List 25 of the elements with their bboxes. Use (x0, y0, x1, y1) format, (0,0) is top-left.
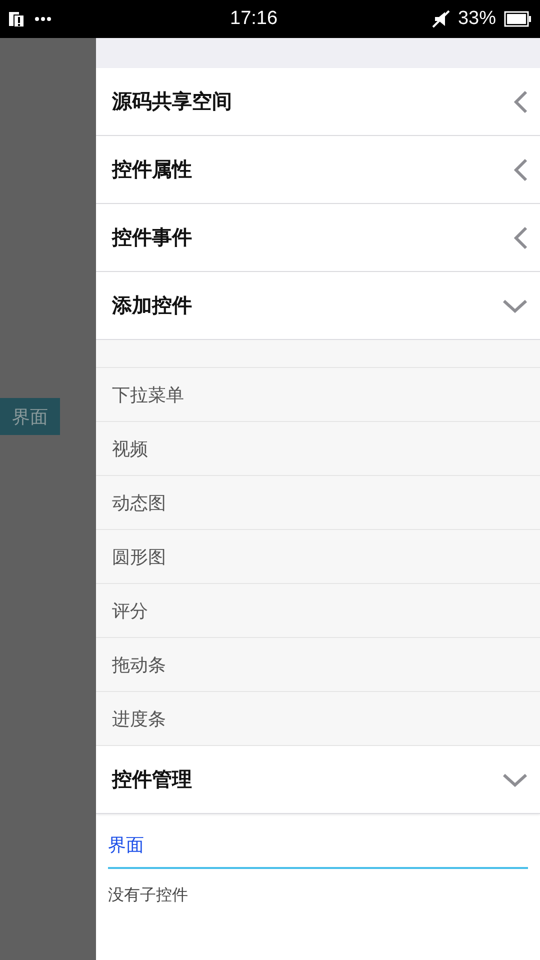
section-header[interactable]: 控件事件 (96, 204, 540, 272)
tree-tab[interactable]: 界面 (108, 822, 528, 869)
empty-message: 没有子控件 (108, 884, 189, 906)
section-header[interactable]: 源码共享空间 (96, 68, 540, 136)
mute-icon (432, 10, 450, 28)
battery-icon (504, 11, 532, 27)
chevron-left-icon (514, 90, 528, 114)
control-item[interactable]: 圆形图 (96, 530, 540, 584)
control-item[interactable]: 评分 (96, 584, 540, 638)
page-tag: 界面 (0, 398, 60, 435)
chevron-left-icon (514, 226, 528, 250)
chevron-down-icon (502, 772, 528, 786)
section-header[interactable]: 控件管理 (96, 746, 540, 814)
control-item[interactable]: 下拉菜单 (96, 368, 540, 422)
clock: 17:16 (230, 8, 278, 30)
control-item[interactable]: 视频 (96, 422, 540, 476)
section-header[interactable]: 添加控件 (96, 272, 540, 340)
section-header[interactable]: 控件属性 (96, 136, 540, 204)
battery-percent: 33% (458, 8, 496, 30)
more-icon (34, 16, 52, 22)
control-item[interactable]: 动态图 (96, 476, 540, 530)
notification-icon (8, 10, 26, 28)
chevron-down-icon (502, 298, 528, 312)
chevron-left-icon (514, 158, 528, 182)
control-item[interactable]: 拖动条 (96, 638, 540, 692)
